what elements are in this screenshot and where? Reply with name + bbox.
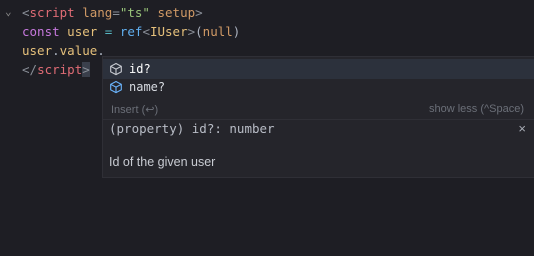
token: > [195, 5, 203, 20]
code-line-4[interactable]: </script> [22, 60, 90, 79]
code-line-3[interactable]: user.value. [22, 41, 105, 60]
signature-detail: (property) id?: number [109, 121, 275, 136]
token: ( [195, 24, 203, 39]
show-less-link[interactable]: show less (^Space) [429, 103, 524, 115]
token: > [82, 62, 90, 77]
property-cube-icon [109, 80, 123, 94]
insert-hint: Insert (↩) [111, 103, 159, 116]
suggestion-widget: id? name? Insert (↩) show less (^Space) … [102, 56, 534, 178]
code-line-1[interactable]: <script lang="ts" setup> [22, 3, 203, 22]
token: user [59, 24, 98, 39]
token: ) [232, 24, 241, 39]
token: const [22, 24, 60, 39]
token: user [22, 43, 53, 58]
fold-chevron-icon[interactable]: ⌄ [5, 6, 17, 18]
token: > [187, 24, 196, 39]
code-line-2[interactable]: const user = ref<IUser>(null) [22, 22, 240, 41]
token: value [59, 43, 98, 58]
suggestion-label: name? [129, 80, 166, 94]
token: script [29, 5, 75, 20]
token: = [97, 24, 120, 39]
token: script [37, 62, 83, 77]
suggestion-item-name[interactable]: name? [103, 77, 534, 97]
token: < [22, 5, 30, 20]
suggestion-footer: Insert (↩) show less (^Space) [103, 99, 534, 119]
property-cube-icon [109, 62, 123, 76]
token: lang [74, 5, 113, 20]
token: setup [149, 5, 196, 20]
code-editor[interactable]: ⌄ <script lang="ts" setup> const user = … [0, 0, 534, 256]
token: "ts" [119, 5, 150, 20]
token: null [202, 24, 233, 39]
close-icon[interactable]: × [518, 121, 526, 136]
token: IUser [149, 24, 188, 39]
documentation-text: Id of the given user [109, 155, 216, 169]
suggestion-item-id[interactable]: id? [103, 59, 534, 79]
token: = [112, 5, 120, 20]
suggestion-label: id? [129, 62, 151, 76]
token: ref [119, 24, 143, 39]
token: </ [22, 62, 38, 77]
token: < [142, 24, 150, 39]
token: . [52, 43, 60, 58]
divider [103, 119, 534, 120]
